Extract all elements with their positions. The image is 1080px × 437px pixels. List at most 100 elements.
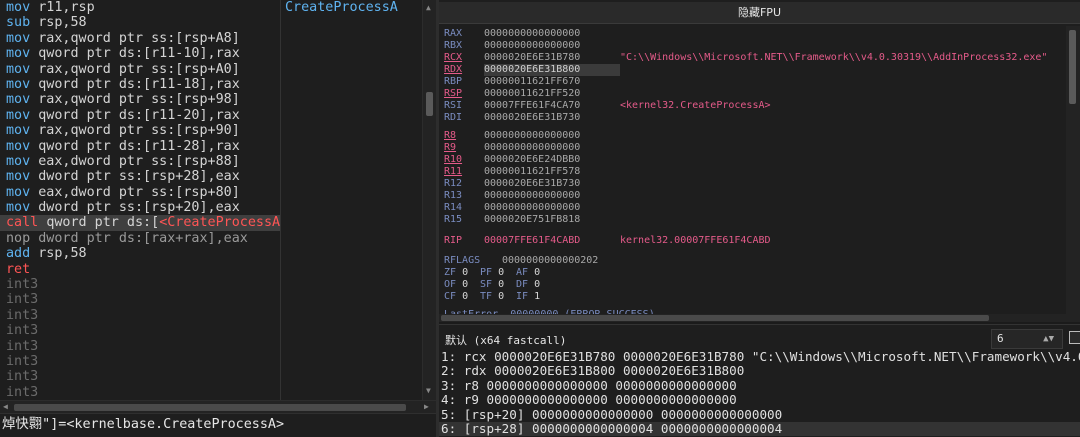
argument-row[interactable]: 5: [rsp+20] 0000000000000000 00000000000…: [439, 407, 1080, 422]
instruction-row[interactable]: mov rax,qword ptr ss:[rsp+A0]: [0, 62, 280, 77]
instruction-row[interactable]: mov r11,rsp: [0, 0, 280, 15]
flag-cf[interactable]: CF 0: [444, 291, 480, 303]
register-value[interactable]: 0000000000000000: [484, 28, 620, 40]
registers-horizontal-scrollbar[interactable]: [439, 314, 1080, 322]
flag-tf[interactable]: TF 0: [480, 291, 516, 303]
register-value[interactable]: 00000011621FF520: [484, 88, 620, 100]
instruction-row[interactable]: mov qword ptr ds:[r11-10],rax: [0, 46, 280, 61]
register-row-r10[interactable]: R10 0000020E6E24DBB0: [444, 154, 620, 166]
flag-sf[interactable]: SF 0: [480, 279, 516, 291]
instruction-row[interactable]: int3: [0, 354, 280, 369]
argument-row[interactable]: 4: r9 0000000000000000 0000000000000000: [439, 392, 1080, 407]
scroll-right-icon[interactable]: ▶: [424, 402, 429, 411]
argument-row[interactable]: 3: r8 0000000000000000 0000000000000000: [439, 378, 1080, 393]
register-name: RSI: [444, 100, 463, 111]
scrollbar-thumb[interactable]: [441, 315, 989, 321]
register-value[interactable]: 00000011621FF670: [484, 76, 620, 88]
register-row-r8[interactable]: R8 0000000000000000: [444, 130, 620, 142]
register-value[interactable]: 0000000000000000: [484, 202, 620, 214]
register-value[interactable]: 0000020E6E31B730: [484, 112, 620, 124]
instruction-row[interactable]: mov rax,qword ptr ss:[rsp+98]: [0, 92, 280, 107]
register-value[interactable]: 0000000000000000: [484, 142, 620, 154]
register-row-r12[interactable]: R12 0000020E6E31B730: [444, 178, 620, 190]
flag-df[interactable]: DF 0: [516, 279, 552, 291]
register-row-rax[interactable]: RAX 0000000000000000: [444, 28, 620, 40]
register-value[interactable]: 0000020E6E31B730: [484, 178, 620, 190]
hide-fpu-button[interactable]: 隐藏FPU: [439, 2, 1080, 24]
scroll-up-icon[interactable]: ▲: [426, 3, 431, 12]
register-row-r14[interactable]: R14 0000000000000000: [444, 202, 620, 214]
register-row-rdi[interactable]: RDI 0000020E6E31B730: [444, 112, 620, 124]
instruction-row[interactable]: mov dword ptr ss:[rsp+28],eax: [0, 169, 280, 184]
register-value[interactable]: 00007FFE61F4CA70: [484, 100, 620, 112]
instruction-row[interactable]: int3: [0, 277, 280, 292]
instruction-row[interactable]: mov rax,qword ptr ss:[rsp+A8]: [0, 31, 280, 46]
flag-of[interactable]: OF 0: [444, 279, 480, 291]
disassembly-listing[interactable]: mov r11,rsp sub rsp,58 mov rax,qword ptr s…: [0, 0, 280, 400]
instruction-row[interactable]: mov qword ptr ds:[r11-18],rax: [0, 77, 280, 92]
disassembly-vertical-scrollbar[interactable]: ▲ ▼: [422, 0, 436, 400]
scroll-down-icon[interactable]: ▼: [426, 386, 431, 395]
flag-af[interactable]: AF 0: [516, 267, 552, 279]
register-value[interactable]: 00000011621FF578: [484, 166, 620, 178]
instruction-row[interactable]: mov eax,dword ptr ss:[rsp+80]: [0, 185, 280, 200]
flag-pf[interactable]: PF 0: [480, 267, 516, 279]
calling-convention-label[interactable]: 默认 (x64 fastcall): [445, 332, 566, 348]
register-row-rbp[interactable]: RBP 00000011621FF670: [444, 76, 620, 88]
register-list[interactable]: RAX 0000000000000000 RBX 0000000000000000 RC…: [439, 26, 1080, 316]
spin-arrows-icon[interactable]: ▲▼: [1043, 330, 1054, 348]
register-row-r11[interactable]: R11 00000011621FF578: [444, 166, 620, 178]
instruction-row[interactable]: add rsp,58: [0, 246, 280, 261]
instruction-row[interactable]: ret: [0, 262, 280, 277]
instruction-row[interactable]: mov eax,dword ptr ss:[rsp+88]: [0, 154, 280, 169]
instruction-mnemonic: mov: [6, 153, 39, 169]
argument-list[interactable]: 1: rcx 0000020E6E31B780 0000020E6E31B780…: [439, 350, 1080, 437]
instruction-row[interactable]: int3: [0, 385, 280, 400]
rflags-value[interactable]: 0000000000000202: [502, 255, 638, 267]
argument-row[interactable]: 6: [rsp+28] 0000000000000004 00000000000…: [439, 421, 1080, 437]
rflags-row[interactable]: RFLAGS 0000000000000202: [444, 255, 638, 267]
register-value[interactable]: 0000000000000000: [484, 190, 620, 202]
register-row-r15[interactable]: R15 0000020E751FB818: [444, 214, 620, 226]
register-value[interactable]: 0000020E6E24DBB0: [484, 154, 620, 166]
instruction-row[interactable]: mov qword ptr ds:[r11-20],rax: [0, 108, 280, 123]
comment-cell: [281, 231, 422, 246]
register-row-rsp[interactable]: RSP 00000011621FF520: [444, 88, 620, 100]
instruction-row[interactable]: int3: [0, 292, 280, 307]
instruction-row[interactable]: int3: [0, 369, 280, 384]
register-value[interactable]: 0000020E6E31B800: [484, 64, 620, 76]
register-value[interactable]: 0000020E751FB818: [484, 214, 620, 226]
register-value[interactable]: 0000000000000000: [484, 40, 620, 52]
instruction-row[interactable]: nop dword ptr ds:[rax+rax],eax: [0, 231, 280, 246]
scrollbar-thumb[interactable]: [426, 92, 433, 116]
register-row-rdx[interactable]: RDX 0000020E6E31B800: [444, 64, 620, 76]
instruction-row[interactable]: mov qword ptr ds:[r11-28],rax: [0, 139, 280, 154]
register-value[interactable]: 0000020E6E31B780: [484, 52, 620, 64]
lock-checkbox[interactable]: [1069, 331, 1080, 344]
argument-row[interactable]: 2: rdx 0000020E6E31B800 0000020E6E31B800: [439, 363, 1080, 378]
register-row-r13[interactable]: R13 0000000000000000: [444, 190, 620, 202]
scrollbar-thumb[interactable]: [1069, 30, 1076, 104]
register-value[interactable]: 00007FFE61F4CABD: [484, 235, 620, 247]
register-row-rip[interactable]: RIP 00007FFE61F4CABD kernel32.00007FFE61F4…: [444, 235, 771, 247]
register-row-rsi[interactable]: RSI 00007FFE61F4CA70 <kernel32.CreateProce…: [444, 100, 771, 112]
instruction-row[interactable]: mov rax,qword ptr ss:[rsp+90]: [0, 123, 280, 138]
registers-vertical-scrollbar[interactable]: [1066, 26, 1080, 316]
register-row-rbx[interactable]: RBX 0000000000000000: [444, 40, 620, 52]
argument-row[interactable]: 1: rcx 0000020E6E31B780 0000020E6E31B780…: [439, 350, 1080, 364]
register-row-r9[interactable]: R9 0000000000000000: [444, 142, 620, 154]
instruction-row[interactable]: int3: [0, 323, 280, 338]
instruction-row[interactable]: call qword ptr ds:[<CreateProcessA: [0, 215, 280, 231]
scroll-left-icon[interactable]: ◀: [3, 402, 8, 411]
disassembly-horizontal-scrollbar[interactable]: ◀ ▶: [0, 400, 436, 413]
instruction-row[interactable]: int3: [0, 339, 280, 354]
instruction-row[interactable]: sub rsp,58: [0, 15, 280, 30]
flag-zf[interactable]: ZF 0: [444, 267, 480, 279]
instruction-row[interactable]: mov dword ptr ss:[rsp+20],eax: [0, 200, 280, 215]
instruction-row[interactable]: int3: [0, 308, 280, 323]
register-value[interactable]: 0000000000000000: [484, 130, 620, 142]
scrollbar-thumb[interactable]: [14, 404, 406, 411]
register-row-rcx[interactable]: RCX 0000020E6E31B780 "C:\\Windows\\Microso…: [444, 52, 1047, 64]
flag-if[interactable]: IF 1: [516, 291, 552, 303]
argument-count-spinbox[interactable]: 6 ▲▼: [991, 329, 1063, 349]
